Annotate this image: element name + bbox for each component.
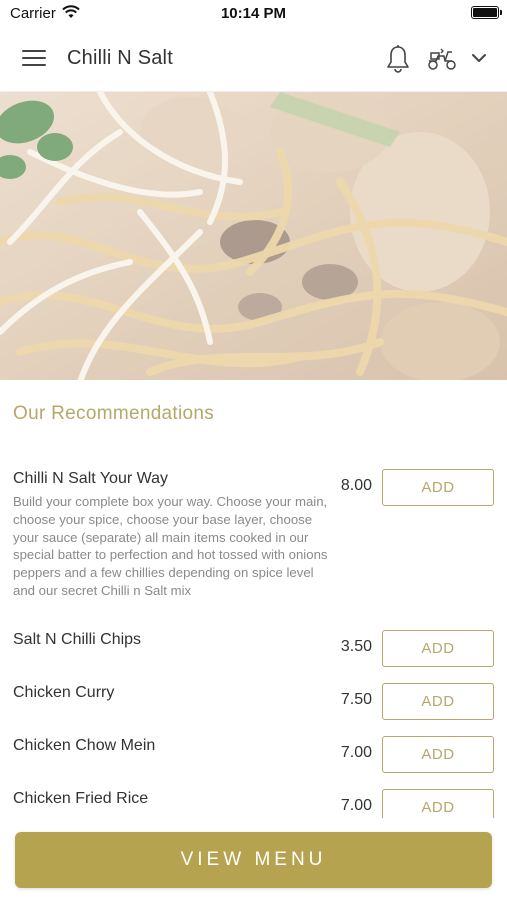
- item-name: Chicken Fried Rice: [13, 790, 149, 807]
- item-name: Chicken Chow Mein: [13, 737, 156, 754]
- section-title-recommendations: Our Recommendations: [13, 403, 215, 424]
- scooter-icon[interactable]: [426, 44, 458, 74]
- item-price: 7.00: [340, 744, 372, 761]
- app-header: Chilli N Salt: [0, 28, 507, 92]
- item-price: 3.50: [340, 638, 372, 655]
- battery-icon: [471, 6, 502, 19]
- hamburger-menu-icon[interactable]: [22, 50, 46, 68]
- add-button[interactable]: ADD: [382, 683, 494, 720]
- add-button[interactable]: ADD: [382, 736, 494, 773]
- app-title: Chilli N Salt: [67, 47, 173, 69]
- item-description: Build your complete box your way. Choose…: [13, 494, 328, 598]
- item-name: Chicken Curry: [13, 684, 115, 701]
- clock-time: 10:14 PM: [220, 5, 287, 22]
- status-bar: Carrier 10:14 PM: [0, 0, 507, 28]
- item-name: Chilli N Salt Your Way: [13, 470, 169, 487]
- item-price: 7.00: [340, 797, 372, 814]
- item-price: 8.00: [340, 477, 372, 494]
- hero-food-image: [0, 92, 507, 380]
- item-price: 7.50: [340, 691, 372, 708]
- view-menu-button[interactable]: VIEW MENU: [15, 832, 492, 888]
- bell-icon[interactable]: [384, 44, 412, 74]
- add-button[interactable]: ADD: [382, 630, 494, 667]
- item-name: Salt N Chilli Chips: [13, 631, 142, 648]
- add-button[interactable]: ADD: [382, 469, 494, 506]
- chevron-down-icon[interactable]: [469, 48, 489, 68]
